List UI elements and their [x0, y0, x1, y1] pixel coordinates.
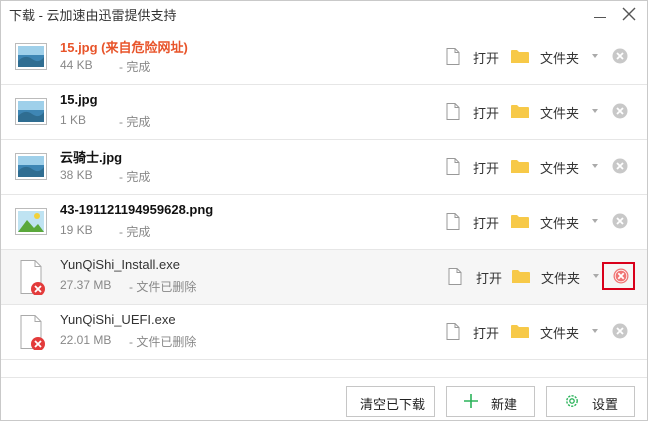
folder-icon[interactable] — [511, 104, 529, 119]
file-status: - 完成 — [119, 170, 151, 184]
deleted-file-icon — [20, 315, 45, 350]
document-icon[interactable] — [446, 103, 460, 120]
clear-downloaded-button[interactable]: 清空已下载 — [346, 386, 435, 417]
file-size: 27.37 MB — [60, 278, 112, 292]
close-icon — [622, 7, 636, 21]
chevron-down-icon[interactable] — [592, 109, 598, 113]
footer-divider — [1, 377, 647, 378]
open-folder-button[interactable]: 文件夹 — [540, 48, 579, 67]
document-icon[interactable] — [446, 213, 460, 230]
file-size: 38 KB — [60, 168, 93, 182]
download-row: YunQiShi_UEFI.exe 22.01 MB - 文件已删除 打开 文件… — [1, 305, 647, 360]
plus-icon — [464, 394, 478, 408]
new-download-label: 新建 — [491, 397, 518, 412]
open-folder-button[interactable]: 文件夹 — [540, 213, 579, 232]
file-status: - 完成 — [119, 115, 151, 129]
open-folder-button[interactable]: 文件夹 — [540, 158, 579, 177]
file-size: 1 KB — [60, 113, 87, 127]
file-status: - 完成 — [119, 225, 151, 239]
remove-icon[interactable] — [613, 268, 629, 284]
open-button[interactable]: 打开 — [476, 268, 502, 287]
open-button[interactable]: 打开 — [473, 158, 499, 177]
close-button[interactable] — [618, 4, 640, 24]
image-thumbnail-icon — [15, 98, 47, 125]
file-name[interactable]: 15.jpg — [60, 92, 98, 107]
download-row: 云骑士.jpg 38 KB - 完成 打开 文件夹 — [1, 140, 647, 195]
chevron-down-icon[interactable] — [592, 219, 598, 223]
file-name[interactable]: 云骑士.jpg — [60, 147, 122, 166]
remove-icon[interactable] — [612, 48, 628, 64]
open-folder-button[interactable]: 文件夹 — [540, 103, 579, 122]
new-download-button[interactable]: 新建 — [446, 386, 535, 417]
file-name[interactable]: 43-191121194959628.png — [60, 202, 213, 217]
file-status: - 文件已删除 — [129, 335, 197, 349]
remove-icon[interactable] — [612, 103, 628, 119]
deleted-file-icon — [20, 260, 45, 295]
download-row: 15.jpg (来自危险网址) 44 KB - 完成 打开 文件夹 — [1, 30, 647, 85]
picture-thumbnail-icon — [15, 208, 47, 235]
gear-icon — [566, 395, 578, 407]
clear-downloaded-label: 清空已下载 — [360, 397, 426, 412]
open-folder-button[interactable]: 文件夹 — [540, 323, 579, 342]
download-row: YunQiShi_Install.exe 27.37 MB - 文件已删除 打开… — [1, 250, 647, 305]
image-thumbnail-icon — [15, 153, 47, 180]
file-size: 19 KB — [60, 223, 93, 237]
document-icon[interactable] — [446, 48, 460, 65]
file-status: - 完成 — [119, 60, 151, 74]
file-name[interactable]: YunQiShi_Install.exe — [60, 257, 180, 272]
folder-icon[interactable] — [512, 269, 530, 284]
open-button[interactable]: 打开 — [473, 213, 499, 232]
folder-icon[interactable] — [511, 214, 529, 229]
chevron-down-icon[interactable] — [592, 164, 598, 168]
open-folder-button[interactable]: 文件夹 — [541, 268, 580, 287]
title-bar: 下载 - 云加速由迅雷提供支持 — [1, 1, 647, 27]
remove-icon[interactable] — [612, 213, 628, 229]
remove-icon[interactable] — [612, 158, 628, 174]
file-size: 22.01 MB — [60, 333, 112, 347]
file-name[interactable]: YunQiShi_UEFI.exe — [60, 312, 176, 327]
folder-icon[interactable] — [511, 159, 529, 174]
settings-button[interactable]: 设置 — [546, 386, 635, 417]
document-icon[interactable] — [448, 268, 462, 285]
open-button[interactable]: 打开 — [473, 48, 499, 67]
file-name[interactable]: 15.jpg (来自危险网址) — [60, 37, 188, 56]
remove-icon[interactable] — [612, 323, 628, 339]
download-window: 下载 - 云加速由迅雷提供支持 15.jpg (来自危险网址) 44 KB - … — [0, 0, 648, 421]
window-title: 下载 - 云加速由迅雷提供支持 — [9, 8, 177, 23]
folder-icon[interactable] — [511, 324, 529, 339]
document-icon[interactable] — [446, 323, 460, 340]
file-size: 44 KB — [60, 58, 93, 72]
settings-label: 设置 — [592, 397, 619, 412]
folder-icon[interactable] — [511, 49, 529, 64]
open-button[interactable]: 打开 — [473, 323, 499, 342]
image-thumbnail-icon — [15, 43, 47, 70]
chevron-down-icon[interactable] — [592, 54, 598, 58]
chevron-down-icon[interactable] — [593, 274, 599, 278]
chevron-down-icon[interactable] — [592, 329, 598, 333]
file-status: - 文件已删除 — [129, 280, 197, 294]
download-row: 15.jpg 1 KB - 完成 打开 文件夹 — [1, 85, 647, 140]
minimize-button[interactable] — [589, 4, 611, 24]
open-button[interactable]: 打开 — [473, 103, 499, 122]
document-icon[interactable] — [446, 158, 460, 175]
download-row: 43-191121194959628.png 19 KB - 完成 打开 文件夹 — [1, 195, 647, 250]
